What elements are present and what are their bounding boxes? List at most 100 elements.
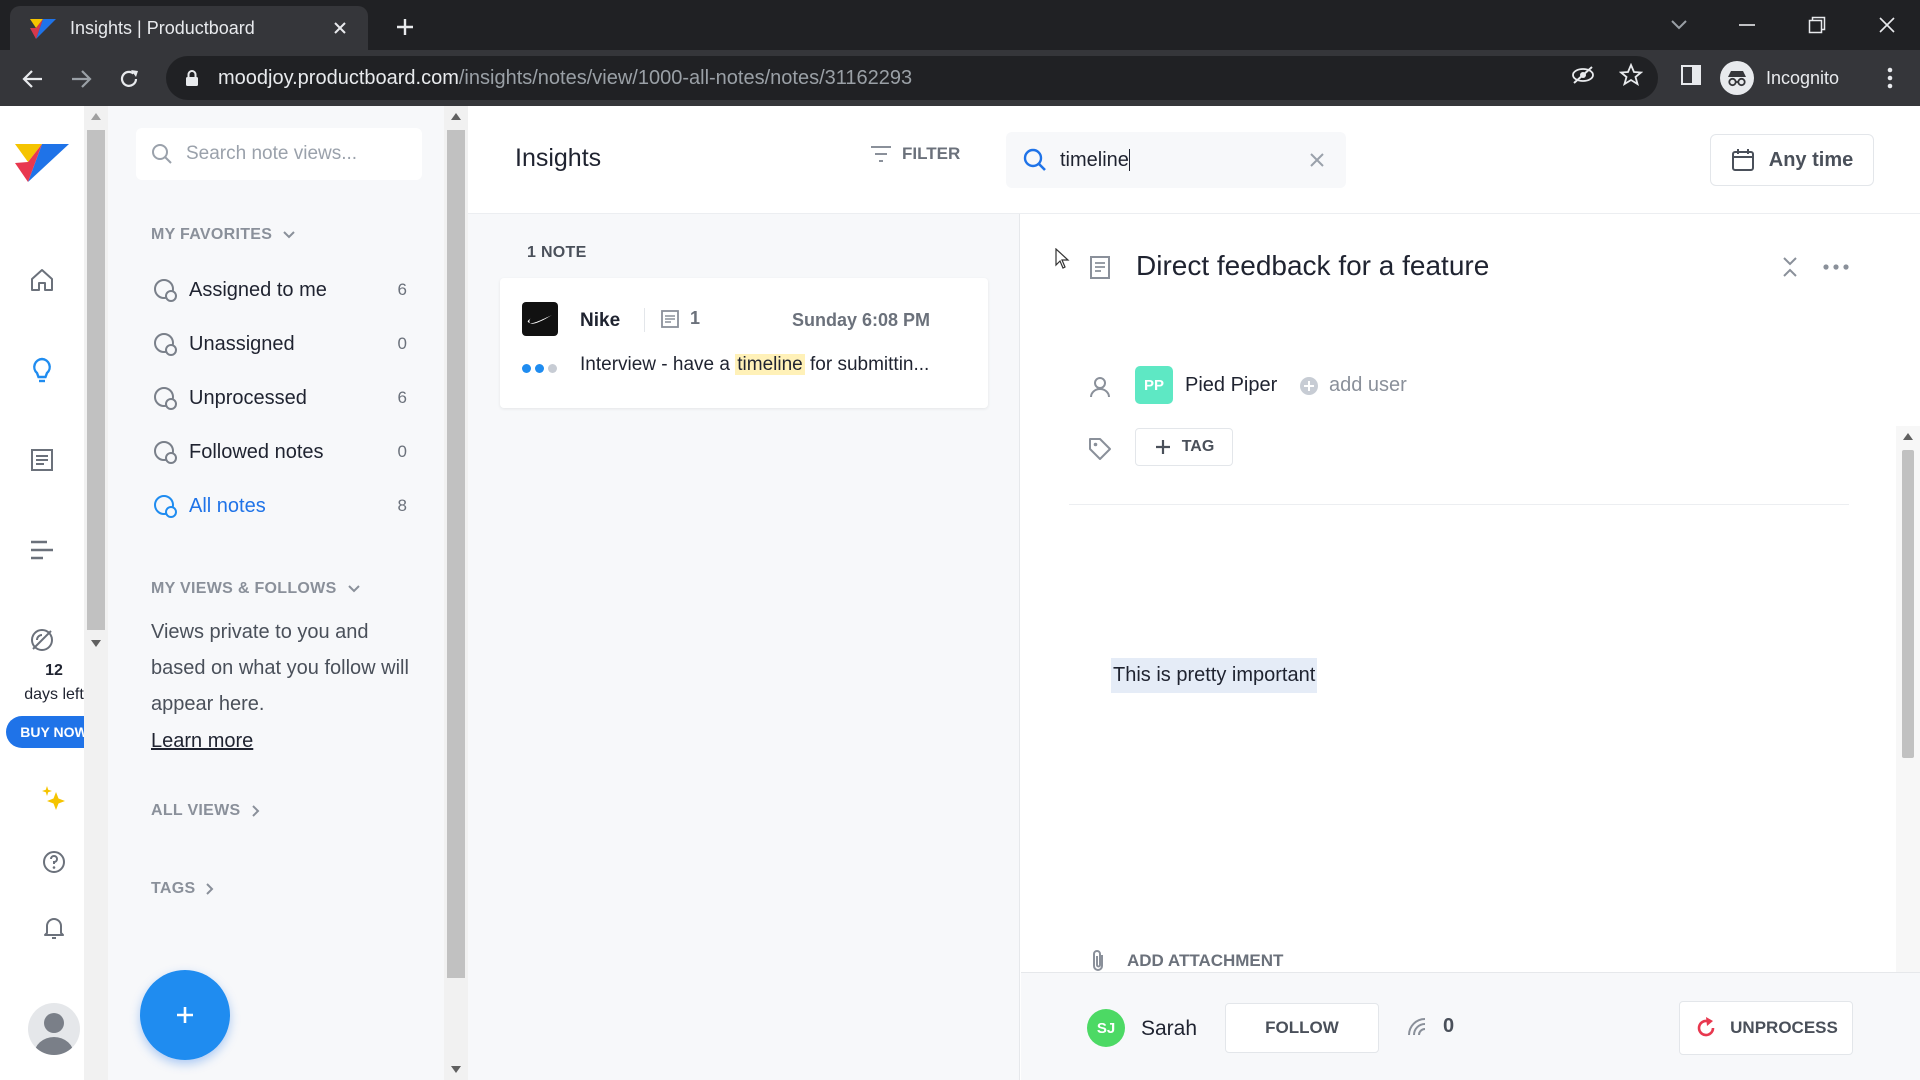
incognito-icon bbox=[1720, 61, 1754, 95]
followers-indicator[interactable]: 0 bbox=[1407, 1015, 1454, 1038]
search-icon bbox=[150, 142, 174, 166]
time-range-button[interactable]: Any time bbox=[1710, 134, 1874, 186]
browser-menu-icon[interactable] bbox=[1876, 64, 1904, 92]
all-views-heading[interactable]: ALL VIEWS bbox=[151, 802, 261, 820]
plus-circle-icon bbox=[1300, 376, 1318, 395]
productboard-logo-icon[interactable] bbox=[14, 134, 70, 190]
productboard-favicon-icon bbox=[30, 17, 56, 39]
notes-icon[interactable] bbox=[22, 440, 62, 480]
importance-dot bbox=[548, 364, 557, 373]
chevron-down-icon bbox=[347, 585, 360, 593]
paperclip-icon bbox=[1093, 950, 1103, 971]
follow-button[interactable]: FOLLOW bbox=[1225, 1003, 1379, 1053]
views-empty-text: Views private to you and based on what y… bbox=[151, 621, 409, 715]
note-views-search-input[interactable] bbox=[186, 143, 406, 165]
rail-scrollbar-thumb[interactable] bbox=[87, 130, 105, 630]
note-date: Sunday 6:08 PM bbox=[792, 310, 931, 330]
user-icon bbox=[1087, 374, 1113, 400]
unprocess-button[interactable]: UNPROCESS bbox=[1679, 1001, 1853, 1055]
tag-label: TAG bbox=[1181, 438, 1215, 455]
tag-icon bbox=[1087, 436, 1113, 462]
filter-button[interactable]: FILTER bbox=[870, 144, 960, 164]
nike-logo-icon bbox=[522, 302, 558, 336]
restore-icon[interactable] bbox=[1802, 10, 1832, 40]
note-count-value: 1 bbox=[690, 308, 701, 328]
home-icon[interactable] bbox=[22, 260, 62, 300]
user-avatar[interactable] bbox=[28, 1003, 80, 1055]
clear-search-icon[interactable] bbox=[1304, 147, 1330, 173]
owner-avatar[interactable]: SJ bbox=[1087, 1009, 1125, 1047]
plus-icon bbox=[1155, 440, 1170, 454]
lock-icon bbox=[182, 68, 202, 88]
add-attachment-button[interactable]: ADD ATTACHMENT bbox=[1087, 948, 1283, 974]
tags-heading[interactable]: TAGS bbox=[151, 880, 215, 898]
bell-icon[interactable] bbox=[34, 908, 74, 948]
detail-scrollbar-thumb[interactable] bbox=[1902, 450, 1914, 758]
url-host: moodjoy.productboard.com bbox=[218, 66, 459, 89]
nav-scrollbar[interactable] bbox=[444, 106, 468, 1080]
unprocess-label: UNPROCESS bbox=[1730, 1018, 1838, 1037]
new-tab-icon[interactable] bbox=[390, 12, 420, 42]
nav-item-unprocessed[interactable]: Unprocessed 6 bbox=[151, 380, 407, 416]
note-company-name[interactable]: Pied Piper bbox=[1185, 374, 1277, 397]
importance-dot bbox=[522, 364, 531, 373]
more-options-icon[interactable] bbox=[1821, 254, 1851, 280]
nav-item-count: 6 bbox=[397, 280, 407, 299]
icon-rail: 12 days left BUY NOW bbox=[0, 106, 102, 1080]
tracking-protection-icon[interactable] bbox=[1570, 62, 1596, 88]
owner-name[interactable]: Sarah bbox=[1141, 1017, 1197, 1041]
note-snippet-text: Interview - have a bbox=[580, 354, 736, 375]
divider bbox=[644, 308, 645, 332]
plus-icon bbox=[177, 1007, 193, 1023]
nav-scrollbar-thumb[interactable] bbox=[447, 130, 465, 978]
side-panel-icon[interactable] bbox=[1678, 62, 1704, 88]
address-bar[interactable]: moodjoy.productboard.com/insights/notes/… bbox=[166, 56, 1658, 100]
browser-toolbar: moodjoy.productboard.com/insights/notes/… bbox=[0, 50, 1920, 106]
browser-tab-bar: Insights | Productboard bbox=[0, 0, 1920, 50]
roadmap-icon[interactable] bbox=[22, 530, 62, 570]
create-note-button[interactable] bbox=[140, 970, 230, 1060]
reload-icon[interactable] bbox=[114, 64, 144, 94]
portal-icon[interactable] bbox=[22, 620, 62, 660]
bookmark-star-icon[interactable] bbox=[1618, 62, 1644, 88]
notes-search-input[interactable]: timeline bbox=[1060, 149, 1304, 172]
help-icon[interactable] bbox=[34, 842, 74, 882]
tab-close-icon[interactable] bbox=[328, 16, 352, 40]
forward-icon[interactable] bbox=[66, 64, 96, 94]
nav-item-label: Followed notes bbox=[189, 440, 324, 463]
nav-item-assigned-to-me[interactable]: Assigned to me 6 bbox=[151, 272, 407, 308]
all-views-label: ALL VIEWS bbox=[151, 802, 241, 819]
collapse-icon[interactable] bbox=[1777, 254, 1803, 280]
note-body[interactable]: This is pretty important bbox=[1111, 658, 1318, 693]
text-caret bbox=[1128, 149, 1130, 172]
nav-item-unassigned[interactable]: Unassigned 0 bbox=[151, 326, 407, 362]
minimize-icon[interactable] bbox=[1732, 10, 1762, 40]
rail-scrollbar[interactable] bbox=[84, 106, 108, 1080]
time-range-label: Any time bbox=[1768, 148, 1854, 171]
note-card[interactable]: Nike 1 Sunday 6:08 PM Interview - have a… bbox=[500, 278, 988, 408]
page-title: Insights bbox=[515, 144, 602, 172]
note-snippet-text: for submittin... bbox=[804, 354, 930, 375]
incognito-label: Incognito bbox=[1766, 67, 1840, 88]
views-heading[interactable]: MY VIEWS & FOLLOWS bbox=[151, 580, 361, 598]
note-icon bbox=[661, 309, 679, 328]
tab-search-chevron-icon[interactable] bbox=[1664, 10, 1694, 40]
browser-tab[interactable]: Insights | Productboard bbox=[10, 6, 368, 50]
note-views-search[interactable] bbox=[136, 128, 422, 180]
note-title[interactable]: Direct feedback for a feature bbox=[1136, 250, 1489, 282]
sparkle-icon[interactable] bbox=[34, 778, 74, 818]
company-badge: PP bbox=[1135, 366, 1173, 404]
back-icon[interactable] bbox=[18, 64, 48, 94]
add-tag-button[interactable]: TAG bbox=[1135, 428, 1233, 466]
insights-bulb-icon[interactable] bbox=[22, 350, 62, 390]
favorites-heading[interactable]: MY FAVORITES bbox=[151, 226, 296, 244]
add-user-button[interactable]: add user bbox=[1299, 374, 1407, 397]
incognito-profile-button[interactable]: Incognito bbox=[1720, 58, 1839, 98]
close-window-icon[interactable] bbox=[1872, 10, 1902, 40]
nav-item-followed-notes[interactable]: Followed notes 0 bbox=[151, 434, 407, 470]
nav-item-all-notes[interactable]: All notes 8 bbox=[151, 488, 407, 524]
notes-search-box[interactable]: timeline bbox=[1006, 132, 1346, 188]
unprocess-icon bbox=[1697, 1017, 1715, 1037]
learn-more-link[interactable]: Learn more bbox=[151, 730, 253, 753]
nav-item-label: All notes bbox=[189, 494, 266, 517]
